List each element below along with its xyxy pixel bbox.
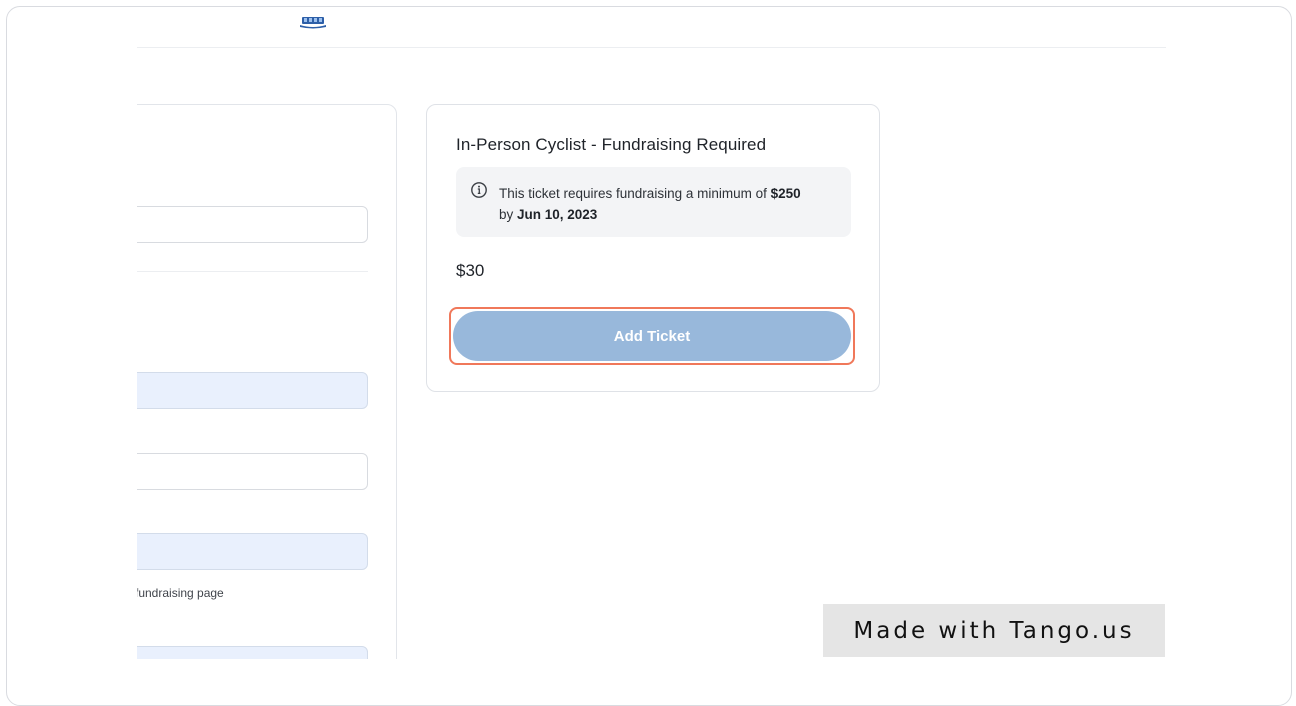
form-input-2[interactable]	[137, 372, 368, 409]
notice-text-before: This ticket requires fundraising a minim…	[499, 186, 771, 201]
ticket-title: In-Person Cyclist - Fundraising Required	[456, 135, 767, 154]
site-logo[interactable]	[299, 15, 327, 29]
ticket-card: In-Person Cyclist - Fundraising Required…	[426, 104, 880, 392]
fundraising-help-text: i fundraising page	[137, 586, 224, 600]
tango-watermark: Made with Tango.us	[823, 604, 1165, 657]
notice-text-by: by	[499, 207, 518, 222]
page-viewport: i fundraising page In-Person Cyclist - F…	[137, 7, 1166, 659]
minimum-amount: $250	[770, 186, 801, 201]
fundraising-deadline: Jun 10, 2023	[517, 207, 598, 222]
form-input-1[interactable]	[137, 206, 368, 243]
form-input-4[interactable]	[137, 533, 368, 570]
form-input-5[interactable]	[137, 646, 368, 659]
header-divider	[137, 47, 1166, 48]
form-input-3[interactable]	[137, 453, 368, 490]
fundraising-notice: This ticket requires fundraising a minim…	[456, 167, 851, 237]
browser-frame: i fundraising page In-Person Cyclist - F…	[6, 6, 1292, 706]
notice-text: This ticket requires fundraising a minim…	[499, 183, 844, 225]
form-divider	[137, 271, 368, 272]
ticket-price: $30	[456, 261, 485, 280]
info-icon	[471, 182, 487, 198]
add-ticket-button[interactable]: Add Ticket	[453, 311, 851, 361]
